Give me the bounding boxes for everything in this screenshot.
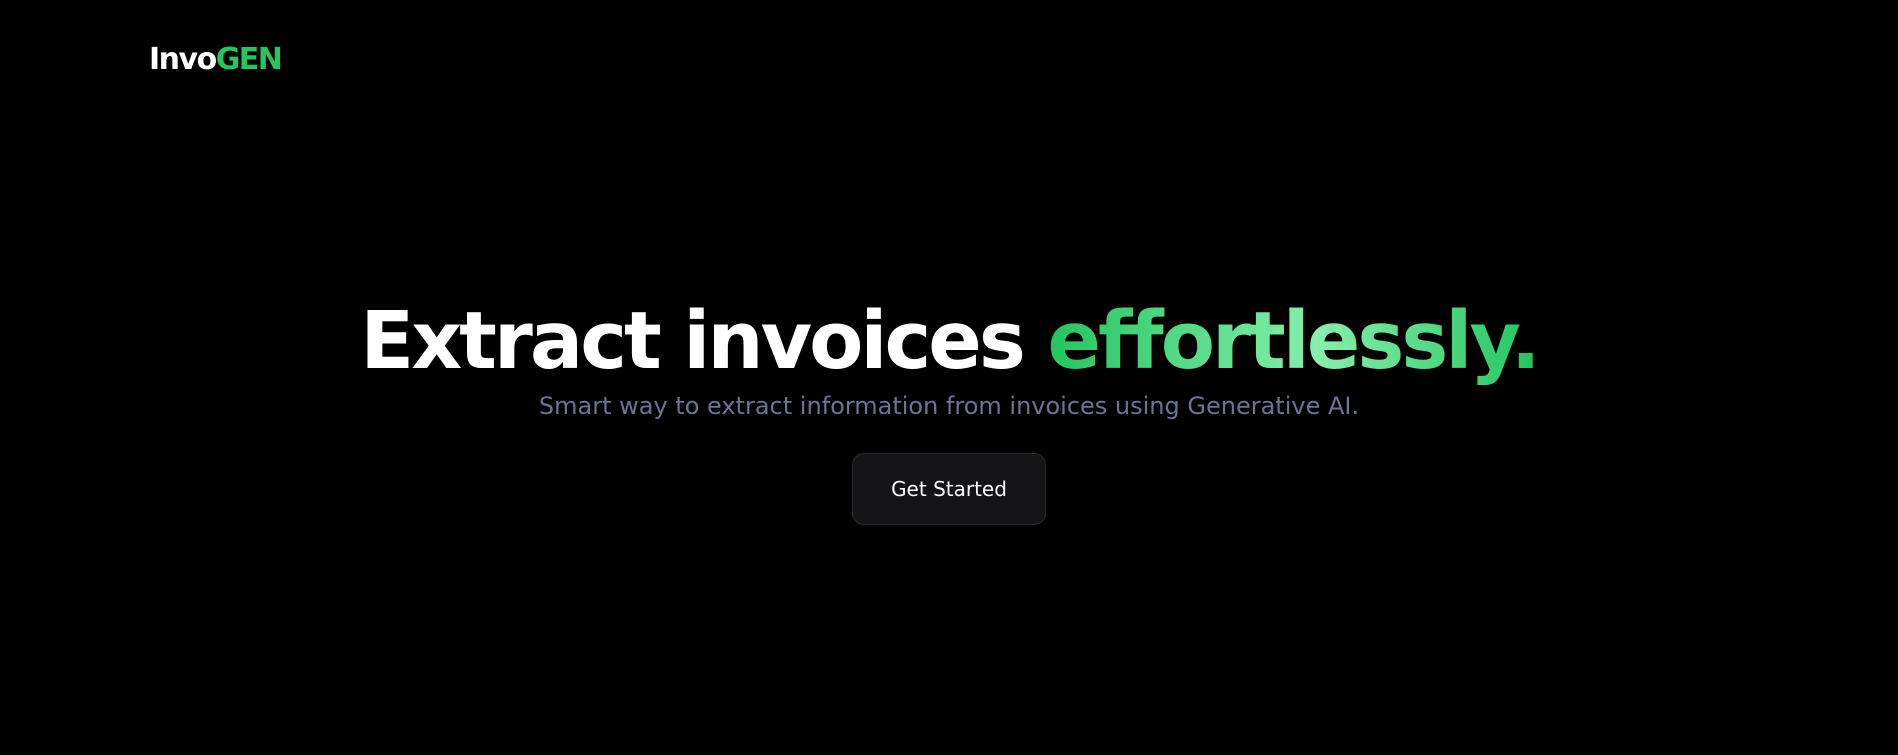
logo-text-invo: Invo: [149, 42, 217, 77]
brand-logo[interactable]: InvoGEN: [149, 40, 283, 80]
landing-page: InvoGEN Extract invoices effortlessly. S…: [0, 0, 1898, 755]
hero-section: Extract invoices effortlessly. Smart way…: [0, 295, 1898, 525]
hero-headline: Extract invoices effortlessly.: [0, 295, 1898, 387]
hero-subtitle: Smart way to extract information from in…: [538, 392, 1360, 420]
headline-accent-text: effortlessly.: [1047, 295, 1540, 387]
get-started-button[interactable]: Get Started: [852, 453, 1046, 525]
headline-text: Extract invoices: [360, 295, 1048, 387]
logo-text-gen: GEN: [215, 42, 283, 77]
